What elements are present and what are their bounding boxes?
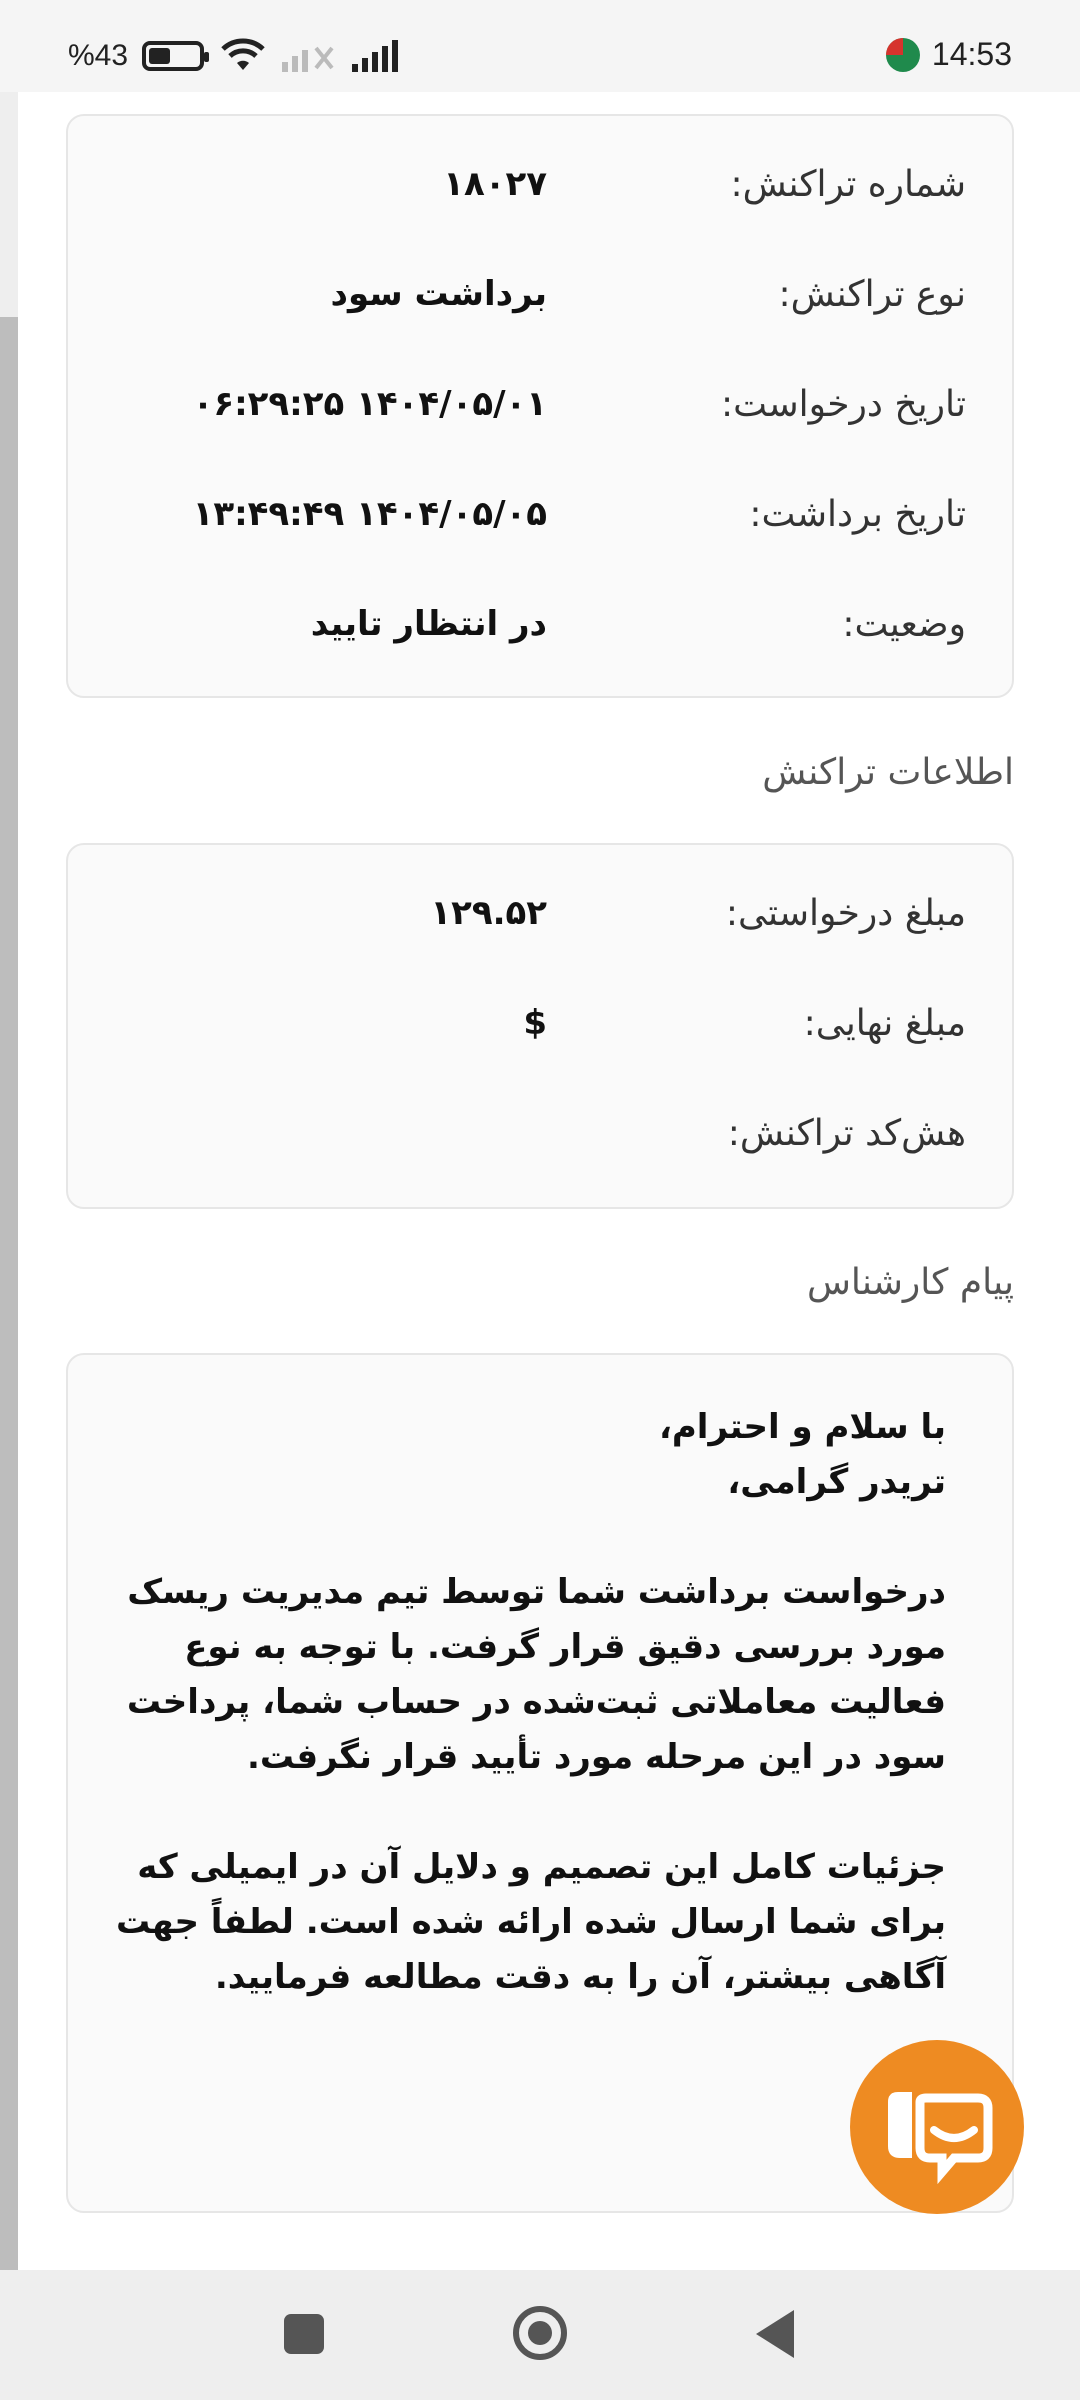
scrollbar-track[interactable] xyxy=(0,317,18,2270)
row-status: وضعیت: در انتظار تایید xyxy=(68,596,1012,656)
battery-percent: %43 xyxy=(68,39,129,72)
status-right: 14:53 xyxy=(885,36,1012,73)
transaction-hash-label: هش‌کد تراکنش: xyxy=(727,1113,966,1154)
status-label: وضعیت: xyxy=(842,604,966,645)
row-requested-amount: مبلغ درخواستی: ۱۲۹.۵۲ xyxy=(68,885,1012,945)
withdraw-date-value: ۱۴۰۴/۰۵/۰۵ ۱۳:۴۹:۴۹ xyxy=(192,494,547,534)
final-amount-label: مبلغ نهایی: xyxy=(803,1003,966,1044)
transaction-type-value: برداشت سود xyxy=(330,274,547,314)
status-left: %43 xyxy=(68,38,404,74)
side-panel-edge xyxy=(0,92,18,317)
app-notification-icon xyxy=(885,37,920,72)
transaction-type-label: نوع تراکنش: xyxy=(778,274,966,315)
row-final-amount: مبلغ نهایی: $ xyxy=(68,995,1012,1055)
expert-message-text: با سلام و احترام، تریدر گرامی، درخواست ب… xyxy=(116,1407,946,2162)
clock: 14:53 xyxy=(931,36,1012,72)
back-triangle-icon[interactable] xyxy=(756,2310,794,2358)
request-date-value: ۱۴۰۴/۰۵/۰۱ ۰۶:۲۹:۲۵ xyxy=(192,384,547,424)
signal-off-icon xyxy=(282,46,334,72)
transaction-number-value: ۱۸۰۲۷ xyxy=(443,164,547,204)
requested-amount-label: مبلغ درخواستی: xyxy=(725,893,966,934)
chat-support-icon xyxy=(888,2092,993,2185)
chat-support-button[interactable] xyxy=(850,2040,1024,2214)
recents-square-icon[interactable] xyxy=(284,2314,324,2354)
wifi-icon xyxy=(221,38,265,70)
row-withdraw-date: تاریخ برداشت: ۱۴۰۴/۰۵/۰۵ ۱۳:۴۹:۴۹ xyxy=(68,486,1012,546)
withdraw-date-label: تاریخ برداشت: xyxy=(749,494,966,535)
transaction-details-card: شماره تراکنش: ۱۸۰۲۷ نوع تراکنش: برداشت س… xyxy=(66,114,1014,698)
row-transaction-type: نوع تراکنش: برداشت سود xyxy=(68,266,1012,326)
request-date-label: تاریخ درخواست: xyxy=(721,384,966,425)
row-request-date: تاریخ درخواست: ۱۴۰۴/۰۵/۰۱ ۰۶:۲۹:۲۵ xyxy=(68,376,1012,436)
status-value: در انتظار تایید xyxy=(310,604,547,644)
final-amount-value: $ xyxy=(523,1003,547,1043)
requested-amount-value: ۱۲۹.۵۲ xyxy=(430,893,547,933)
row-transaction-hash: هش‌کد تراکنش: xyxy=(68,1105,1012,1165)
expert-message-title: پیام کارشناس xyxy=(806,1262,1014,1303)
transaction-info-card: مبلغ درخواستی: ۱۲۹.۵۲ مبلغ نهایی: $ هش‌ک… xyxy=(66,843,1014,1209)
row-transaction-number: شماره تراکنش: ۱۸۰۲۷ xyxy=(68,156,1012,216)
battery-level xyxy=(149,48,171,64)
home-circle-icon[interactable] xyxy=(513,2306,567,2360)
transaction-number-label: شماره تراکنش: xyxy=(730,164,966,205)
signal-icon xyxy=(352,40,399,72)
battery-icon xyxy=(142,41,210,71)
transaction-info-title: اطلاعات تراکنش xyxy=(762,752,1014,793)
status-bar: %43 14:53 xyxy=(0,0,1080,92)
